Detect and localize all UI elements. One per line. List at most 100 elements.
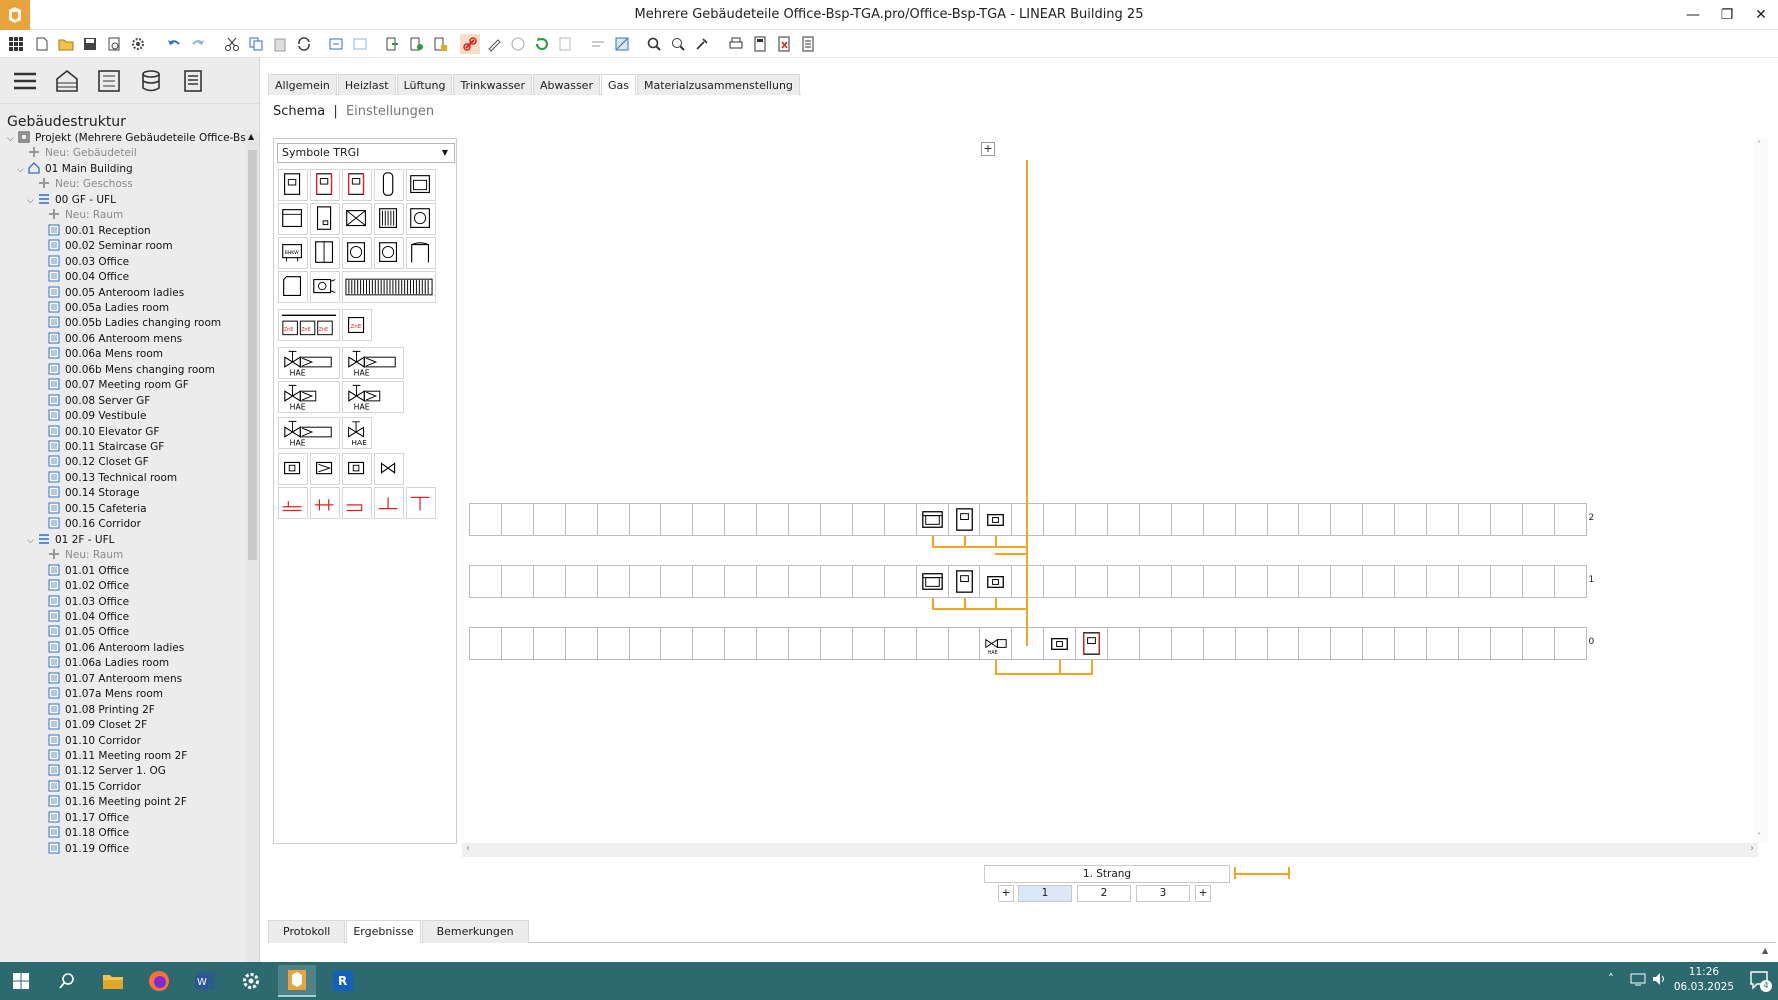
trgi-symbol-haemid-icon[interactable]: HAE: [278, 381, 340, 413]
schema-cell[interactable]: [1138, 565, 1172, 598]
pencil-icon[interactable]: [484, 34, 504, 54]
tree-item[interactable]: 00.11 Staircase GF: [37, 439, 164, 456]
schema-cell[interactable]: [1202, 565, 1236, 598]
tree-item[interactable]: 00.16 Corridor: [37, 516, 141, 533]
tree-item[interactable]: 01.06a Ladies room: [37, 655, 169, 672]
tree-item[interactable]: 01.08 Printing 2F: [37, 702, 155, 719]
tree-item[interactable]: 00.12 Closet GF: [37, 454, 149, 471]
schema-cell[interactable]: [1426, 565, 1459, 598]
strang-label[interactable]: 1. Strang: [984, 865, 1230, 883]
trgi-symbol-fan-icon[interactable]: [406, 203, 436, 235]
gas-pipe-segment[interactable]: [995, 536, 998, 546]
gas-pipe-segment[interactable]: [1059, 660, 1062, 674]
chevron-down-icon[interactable]: ▼: [442, 144, 448, 162]
schema-cell[interactable]: [1457, 627, 1491, 660]
tree-item[interactable]: ⌵ 01 Main Building: [17, 161, 133, 178]
schema-cell[interactable]: [1489, 503, 1523, 536]
search-icon[interactable]: [644, 34, 664, 54]
tree-item[interactable]: 01.07 Anteroom mens: [37, 671, 182, 688]
schema-cell[interactable]: [1394, 503, 1428, 536]
gas-schema-canvas[interactable]: + 2 1 HAE 0: [462, 138, 1764, 846]
revit-icon[interactable]: R: [324, 965, 362, 997]
tray-chevron-icon[interactable]: ˄: [1608, 972, 1614, 986]
schema-cell[interactable]: [469, 627, 502, 660]
schema-cell[interactable]: [1489, 627, 1523, 660]
results-scroll-up-icon[interactable]: ▲: [1762, 946, 1776, 962]
schema-cell[interactable]: [1138, 503, 1172, 536]
schema-cell[interactable]: [500, 565, 534, 598]
paste-icon[interactable]: [270, 34, 290, 54]
trgi-symbol-tall-icon[interactable]: [310, 203, 340, 235]
trgi-symbol-haemid-icon[interactable]: HAE: [342, 381, 404, 413]
tree-scrollbar[interactable]: ▲: [246, 130, 259, 962]
new-file-icon[interactable]: [32, 34, 52, 54]
volume-icon[interactable]: [1652, 972, 1668, 989]
schema-object-stove[interactable]: [915, 503, 949, 536]
tab-trinkwasser[interactable]: Trinkwasser: [453, 74, 532, 95]
schema-object-stove[interactable]: [915, 565, 949, 598]
measure-icon[interactable]: [588, 34, 608, 54]
schema-cell[interactable]: [564, 503, 598, 536]
tree-item[interactable]: 00.14 Storage: [37, 485, 139, 502]
schema-cell[interactable]: [1234, 565, 1268, 598]
schema-cell[interactable]: [1362, 565, 1396, 598]
trgi-symbol-circle-icon[interactable]: [342, 237, 372, 269]
linear-app-taskbar-icon[interactable]: [278, 965, 316, 997]
schema-cell[interactable]: [564, 627, 598, 660]
tree-item[interactable]: 01.10 Corridor: [37, 733, 141, 750]
scroll-up-icon[interactable]: ▲: [248, 132, 254, 141]
report-icon[interactable]: [798, 34, 818, 54]
schema-cell[interactable]: [469, 503, 502, 536]
tree-item[interactable]: 01.03 Office: [37, 594, 129, 611]
building-view-icon[interactable]: [50, 64, 84, 98]
gas-pipe-segment[interactable]: [931, 608, 1028, 610]
taskbar-search-icon[interactable]: [48, 965, 86, 997]
schema-object-boilerR[interactable]: [1075, 627, 1109, 660]
schema-cell[interactable]: [1266, 627, 1300, 660]
trgi-symbol-fitt5-icon[interactable]: [406, 487, 436, 519]
notification-center-icon[interactable]: 4: [1748, 969, 1772, 992]
schema-cell[interactable]: [1170, 503, 1204, 536]
scroll-down-icon[interactable]: ˅: [1757, 832, 1761, 841]
open-folder-icon[interactable]: [56, 34, 76, 54]
gas-pipe-segment[interactable]: [1091, 660, 1094, 674]
schema-cell[interactable]: [1298, 627, 1332, 660]
schema-object-boiler[interactable]: [947, 503, 981, 536]
schema-cell[interactable]: [915, 627, 949, 660]
schema-cell[interactable]: [1521, 565, 1555, 598]
tree-item[interactable]: 00.07 Meeting room GF: [37, 377, 189, 394]
schema-cell[interactable]: [532, 565, 566, 598]
tree-item[interactable]: 00.09 Vestibule: [37, 408, 146, 425]
replace-icon[interactable]: [294, 34, 314, 54]
schema-cell[interactable]: [1107, 565, 1140, 598]
schema-cell[interactable]: [788, 503, 821, 536]
schema-cell[interactable]: [724, 503, 758, 536]
trgi-symbol-haewide-icon[interactable]: HAE: [342, 347, 404, 379]
schema-cell[interactable]: [1107, 627, 1140, 660]
strang-page-1[interactable]: 1: [1018, 885, 1072, 902]
tree-item[interactable]: 01.11 Meeting room 2F: [37, 748, 187, 765]
schema-cell[interactable]: [1075, 565, 1109, 598]
schema-cell[interactable]: [1107, 503, 1140, 536]
tree-item[interactable]: ⌵ 00 GF - UFL: [27, 192, 116, 209]
tree-item[interactable]: 01.16 Meeting point 2F: [37, 794, 187, 811]
tree-item[interactable]: 00.06b Mens changing room: [37, 362, 215, 379]
tree-item[interactable]: 00.06 Anteroom mens: [37, 331, 182, 348]
trgi-symbol-split-icon[interactable]: [310, 237, 340, 269]
app-grid-icon[interactable]: [6, 34, 26, 54]
tree-item[interactable]: 00.15 Cafeteria: [37, 501, 147, 518]
schema-cell[interactable]: [788, 565, 821, 598]
trgi-symbol-boiler-icon[interactable]: [278, 169, 308, 201]
schema-cell[interactable]: [596, 627, 630, 660]
tree-item[interactable]: 00.05a Ladies room: [37, 300, 169, 317]
trgi-symbol-haetall-icon[interactable]: HAE: [278, 417, 340, 449]
strang-page-3[interactable]: 3: [1136, 885, 1190, 902]
schema-cell[interactable]: [1234, 627, 1268, 660]
undo-icon[interactable]: [164, 34, 184, 54]
schema-object-boiler[interactable]: [947, 565, 981, 598]
trgi-symbol-tank-icon[interactable]: [374, 169, 404, 201]
tree-item[interactable]: 01.15 Corridor: [37, 779, 141, 796]
schema-cell[interactable]: [1170, 627, 1204, 660]
schema-cell[interactable]: [1170, 565, 1204, 598]
windows-start-icon[interactable]: [2, 965, 40, 997]
